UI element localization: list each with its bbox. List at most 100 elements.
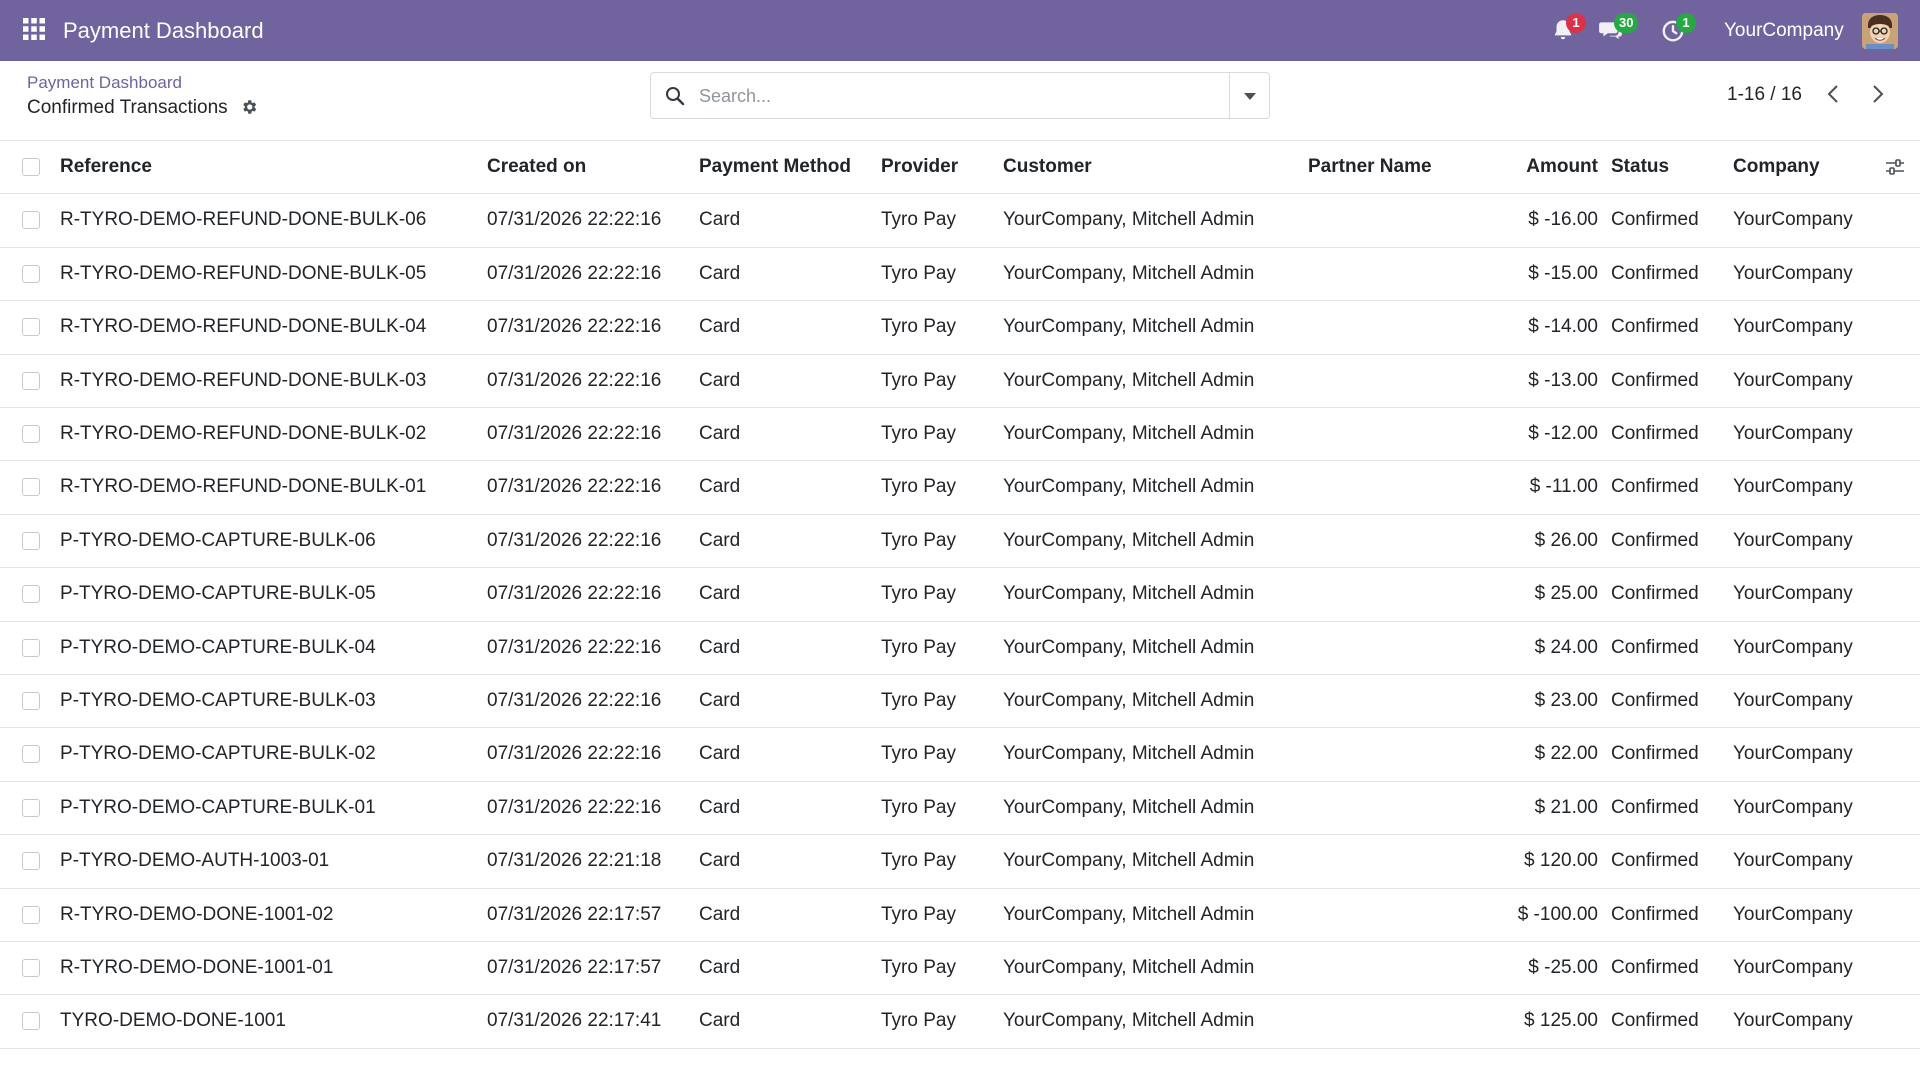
table-row[interactable]: R-TYRO-DEMO-REFUND-DONE-BULK-02 07/31/202… bbox=[0, 407, 1920, 460]
cell-amount: $ -15.00 bbox=[1528, 262, 1598, 284]
select-all-checkbox[interactable] bbox=[22, 158, 40, 176]
col-header-reference[interactable]: Reference bbox=[60, 140, 152, 193]
row-checkbox[interactable] bbox=[22, 425, 40, 443]
table-row[interactable]: R-TYRO-DEMO-DONE-1001-01 07/31/2026 22:17… bbox=[0, 941, 1920, 994]
activity-badge: 1 bbox=[1566, 13, 1586, 33]
row-checkbox[interactable] bbox=[22, 959, 40, 977]
cell-customer: YourCompany, Mitchell Admin bbox=[1003, 636, 1255, 658]
col-header-payment-method[interactable]: Payment Method bbox=[699, 140, 851, 193]
table-row[interactable]: R-TYRO-DEMO-DONE-1001-02 07/31/2026 22:17… bbox=[0, 888, 1920, 941]
table-row[interactable]: P-TYRO-DEMO-CAPTURE-BULK-02 07/31/2026 22… bbox=[0, 727, 1920, 780]
cell-created-on: 07/31/2026 22:22:16 bbox=[487, 529, 662, 551]
timer-badge: 1 bbox=[1676, 13, 1696, 33]
col-header-customer[interactable]: Customer bbox=[1003, 140, 1092, 193]
cell-amount: $ -13.00 bbox=[1528, 369, 1598, 391]
cell-company: YourCompany bbox=[1733, 369, 1853, 391]
cell-created-on: 07/31/2026 22:22:16 bbox=[487, 636, 662, 658]
row-checkbox[interactable] bbox=[22, 478, 40, 497]
table-row[interactable]: R-TYRO-DEMO-REFUND-DONE-BULK-05 07/31/202… bbox=[0, 247, 1920, 300]
cell-amount: $ -16.00 bbox=[1528, 209, 1598, 231]
sliders-icon[interactable] bbox=[1885, 158, 1905, 176]
cell-status: Confirmed bbox=[1611, 209, 1699, 231]
cell-company: YourCompany bbox=[1733, 690, 1853, 711]
cell-amount: $ 26.00 bbox=[1534, 529, 1598, 551]
pager-next-button[interactable] bbox=[1865, 82, 1889, 106]
cell-company: YourCompany bbox=[1733, 796, 1853, 818]
cell-customer: YourCompany, Mitchell Admin bbox=[1003, 583, 1255, 605]
row-checkbox[interactable] bbox=[22, 692, 40, 710]
company-switcher[interactable]: YourCompany bbox=[1724, 20, 1844, 42]
row-checkbox[interactable] bbox=[22, 585, 40, 604]
row-checkbox[interactable] bbox=[22, 531, 40, 550]
col-header-amount[interactable]: Amount bbox=[1480, 140, 1598, 193]
activity-button[interactable]: 1 bbox=[1550, 13, 1586, 45]
table-row[interactable]: R-TYRO-DEMO-REFUND-DONE-BULK-06 07/31/202… bbox=[0, 193, 1920, 246]
table-row[interactable]: R-TYRO-DEMO-REFUND-DONE-BULK-04 07/31/202… bbox=[0, 300, 1920, 353]
table-row[interactable]: P-TYRO-DEMO-AUTH-1003-01 07/31/2026 22:21… bbox=[0, 834, 1920, 887]
cell-amount: $ 120.00 bbox=[1524, 850, 1598, 872]
apps-grid-icon[interactable] bbox=[22, 17, 48, 43]
table-row[interactable]: TYRO-DEMO-DONE-1001 07/31/2026 22:17:41 Ca… bbox=[0, 994, 1920, 1047]
cell-reference: P-TYRO-DEMO-AUTH-1003-01 bbox=[60, 850, 330, 872]
table-row[interactable]: P-TYRO-DEMO-CAPTURE-BULK-05 07/31/2026 22… bbox=[0, 567, 1920, 620]
search-input[interactable] bbox=[699, 81, 1199, 111]
row-checkbox[interactable] bbox=[22, 371, 40, 390]
cell-created-on: 07/31/2026 22:17:41 bbox=[487, 1010, 662, 1032]
cell-payment-method: Card bbox=[699, 1010, 741, 1032]
table-row[interactable]: P-TYRO-DEMO-CAPTURE-BULK-04 07/31/2026 22… bbox=[0, 621, 1920, 674]
cell-created-on: 07/31/2026 22:22:16 bbox=[487, 316, 662, 338]
cell-company: YourCompany bbox=[1733, 743, 1853, 765]
cell-reference: P-TYRO-DEMO-CAPTURE-BULK-04 bbox=[60, 636, 376, 658]
cell-payment-method: Card bbox=[699, 743, 741, 765]
main-navbar: Payment Dashboard 1 30 1 YourCompany bbox=[0, 0, 1920, 61]
cell-reference: R-TYRO-DEMO-DONE-1001-01 bbox=[60, 957, 334, 978]
col-header-provider[interactable]: Provider bbox=[881, 140, 958, 193]
col-header-created-on[interactable]: Created on bbox=[487, 140, 586, 193]
col-header-company[interactable]: Company bbox=[1733, 140, 1820, 193]
cell-payment-method: Card bbox=[699, 903, 741, 925]
cell-company: YourCompany bbox=[1733, 636, 1853, 658]
cell-customer: YourCompany, Mitchell Admin bbox=[1003, 1010, 1255, 1032]
gear-icon[interactable] bbox=[240, 98, 258, 116]
user-avatar[interactable] bbox=[1862, 13, 1898, 49]
row-checkbox[interactable] bbox=[22, 318, 40, 337]
cell-amount: $ -100.00 bbox=[1517, 903, 1598, 925]
cell-reference: TYRO-DEMO-DONE-1001 bbox=[60, 1010, 286, 1032]
cell-status: Confirmed bbox=[1611, 262, 1699, 284]
row-checkbox[interactable] bbox=[22, 1012, 40, 1031]
cell-amount: $ -11.00 bbox=[1529, 476, 1598, 498]
avatar-image bbox=[1862, 13, 1898, 49]
caret-down-icon bbox=[1244, 93, 1256, 100]
row-checkbox[interactable] bbox=[22, 745, 40, 764]
cell-created-on: 07/31/2026 22:21:18 bbox=[487, 850, 662, 872]
col-header-partner-name[interactable]: Partner Name bbox=[1308, 140, 1432, 193]
row-checkbox[interactable] bbox=[22, 638, 40, 657]
cell-company: YourCompany bbox=[1733, 903, 1853, 925]
cell-company: YourCompany bbox=[1733, 1010, 1853, 1032]
table-row[interactable]: P-TYRO-DEMO-CAPTURE-BULK-03 07/31/2026 22… bbox=[0, 674, 1920, 727]
row-checkbox[interactable] bbox=[22, 264, 40, 283]
timer-button[interactable]: 1 bbox=[1660, 13, 1696, 45]
table-row[interactable]: R-TYRO-DEMO-REFUND-DONE-BULK-03 07/31/202… bbox=[0, 354, 1920, 407]
row-checkbox[interactable] bbox=[22, 211, 40, 230]
table-row[interactable]: P-TYRO-DEMO-CAPTURE-BULK-01 07/31/2026 22… bbox=[0, 781, 1920, 834]
cell-payment-method: Card bbox=[699, 690, 741, 711]
row-checkbox[interactable] bbox=[22, 798, 40, 817]
pager-value[interactable]: 1-16 / 16 bbox=[1727, 84, 1802, 106]
col-header-status[interactable]: Status bbox=[1611, 140, 1669, 193]
cell-reference: R-TYRO-DEMO-REFUND-DONE-BULK-06 bbox=[60, 209, 427, 231]
search-options-toggle[interactable] bbox=[1229, 73, 1269, 118]
cell-status: Confirmed bbox=[1611, 850, 1699, 872]
breadcrumb-dashboard[interactable]: Payment Dashboard bbox=[27, 73, 182, 93]
cell-status: Confirmed bbox=[1611, 316, 1699, 338]
table-row[interactable]: P-TYRO-DEMO-CAPTURE-BULK-06 07/31/2026 22… bbox=[0, 514, 1920, 567]
messages-button[interactable]: 30 bbox=[1598, 13, 1639, 45]
row-checkbox[interactable] bbox=[22, 852, 40, 871]
cell-status: Confirmed bbox=[1611, 903, 1699, 925]
cell-status: Confirmed bbox=[1611, 1010, 1699, 1032]
row-checkbox[interactable] bbox=[22, 905, 40, 924]
table-row[interactable]: R-TYRO-DEMO-REFUND-DONE-BULK-01 07/31/202… bbox=[0, 460, 1920, 513]
pager-previous-button[interactable] bbox=[1822, 82, 1846, 106]
app-title[interactable]: Payment Dashboard bbox=[63, 18, 264, 44]
cell-customer: YourCompany, Mitchell Admin bbox=[1003, 369, 1255, 391]
